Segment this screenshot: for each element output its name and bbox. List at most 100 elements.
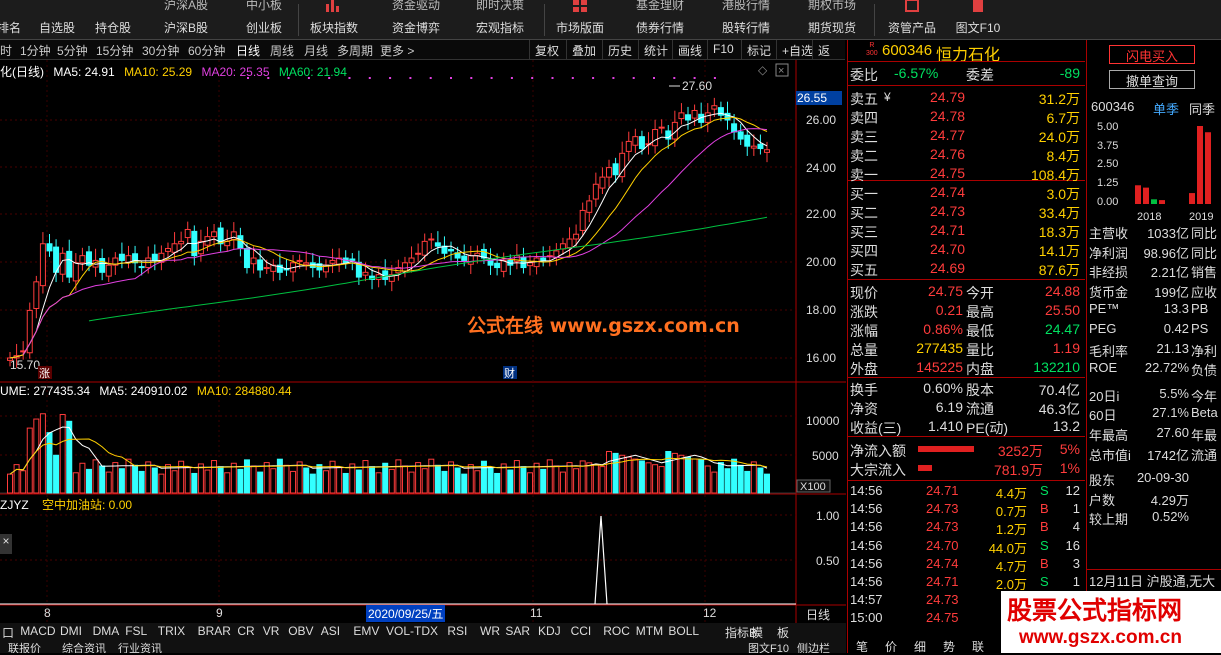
tick-side: S <box>1040 574 1049 589</box>
indicator-tab[interactable]: EMV <box>353 624 379 638</box>
indicator-tab[interactable]: CCI <box>571 624 592 638</box>
tick-count: 1 <box>1072 501 1080 517</box>
indicator-tab[interactable]: MACD <box>20 624 55 638</box>
tool-button[interactable]: 标记 <box>741 40 776 60</box>
tool-button[interactable]: 复权 <box>529 40 564 60</box>
menu-f10[interactable]: 图文F10 <box>950 0 1006 40</box>
menu-ranking[interactable]: 排名 <box>0 0 28 40</box>
candle-body <box>66 250 73 278</box>
indicator-tab-right[interactable]: 模 <box>751 624 763 640</box>
period-tab[interactable]: 15分钟 <box>96 42 133 59</box>
indicator-tab[interactable]: RSI <box>447 624 467 638</box>
candle-body <box>540 257 547 261</box>
link[interactable]: 侧边栏 <box>797 640 830 653</box>
period-more[interactable]: 更多 > <box>380 42 414 59</box>
candle-body <box>652 129 659 147</box>
menu-options[interactable]: 期权市场 期货现货 <box>802 0 862 40</box>
menu-asset-mgmt[interactable]: 资管产品 <box>884 0 940 40</box>
menu-sme[interactable]: 中小板 创业板 <box>240 0 288 40</box>
link[interactable]: 图文F10 <box>748 640 789 653</box>
order-label: 买二 <box>850 205 878 221</box>
panel-tab[interactable]: 联 <box>972 638 984 655</box>
flash-buy-button[interactable]: 闪电买入 <box>1109 45 1195 64</box>
period-tab[interactable]: 30分钟 <box>142 42 179 59</box>
indicator-tab[interactable]: FSL <box>125 624 147 638</box>
indicator-tab[interactable]: ASI <box>321 624 340 638</box>
stat-label: 涨跌 <box>850 304 878 320</box>
period-tab[interactable]: 时 <box>0 42 12 59</box>
tool-button[interactable]: 历史 <box>602 40 637 60</box>
news-text[interactable]: 12月11日 沪股通,无大 <box>1089 571 1215 590</box>
flow-value: 781.9万 <box>993 462 1043 478</box>
indicator-tab[interactable]: BOLL <box>668 624 699 638</box>
panel-tab[interactable]: 细 <box>914 638 926 655</box>
document-icon <box>973 0 983 12</box>
fin-label: 主营收 <box>1089 226 1129 241</box>
indicator-tab[interactable]: ROC <box>603 624 630 638</box>
panel-tab[interactable]: 势 <box>943 638 955 655</box>
kline-chart[interactable]: 26.00 24.00 22.00 20.00 18.00 16.00 1000… <box>0 60 846 623</box>
tab-same-quarter[interactable]: 同季 <box>1189 99 1215 118</box>
indicator-tab[interactable]: KDJ <box>538 624 561 638</box>
tool-button[interactable]: 画线 <box>672 40 707 60</box>
cancel-query-button[interactable]: 撤单查询 <box>1109 70 1195 89</box>
indicator-tab[interactable]: CR <box>237 624 254 638</box>
menu-market-layout[interactable]: 市场版面 <box>552 0 608 40</box>
panel-tab[interactable]: 笔 <box>856 638 868 655</box>
period-tab[interactable]: 月线 <box>304 42 328 59</box>
close-icon[interactable]: × <box>778 65 784 77</box>
indicator-tab[interactable]: OBV <box>288 624 313 638</box>
indicator-tab-right[interactable]: 板 <box>777 624 789 640</box>
indicator-tab[interactable]: DMA <box>93 624 120 638</box>
volume-bar <box>211 460 218 494</box>
indicator-tab[interactable]: BRAR <box>198 624 231 638</box>
low-label: 15.70 <box>10 358 40 372</box>
collapse-icon[interactable]: × <box>0 534 12 554</box>
tool-button[interactable]: 叠加 <box>566 40 601 60</box>
menu-capital[interactable]: 资金驱动 资金博弈 <box>386 0 446 40</box>
volume-bar <box>13 464 20 494</box>
panel-tab[interactable]: 价 <box>885 638 897 655</box>
tool-button[interactable]: 返回 <box>812 40 845 75</box>
axis-period[interactable]: 日线 <box>806 606 830 623</box>
indicator-tab[interactable]: MTM <box>636 624 663 638</box>
diamond-icon[interactable]: ◇ <box>758 63 768 77</box>
menu-decision[interactable]: 即时决策 宏观指标 <box>470 0 530 40</box>
fin-label: ROE <box>1089 360 1118 376</box>
period-tab[interactable]: 60分钟 <box>188 42 225 59</box>
tab-quarter[interactable]: 单季 <box>1153 99 1179 118</box>
indicator-tab[interactable]: WR <box>480 624 500 638</box>
volume-bar <box>678 454 685 494</box>
indicator-tab[interactable]: VOL-TDX <box>386 624 438 638</box>
menu-hk[interactable]: 港股行情 股转行情 <box>716 0 776 40</box>
menu-sector-index[interactable]: 板块指数 <box>306 0 362 40</box>
indicator-tab[interactable]: DMI <box>60 624 82 638</box>
indicator-tab[interactable]: VR <box>263 624 280 638</box>
menu-watchlist[interactable]: 自选股 <box>36 0 78 40</box>
period-tab[interactable]: 1分钟 <box>20 42 51 59</box>
date-tick: 12 <box>703 606 717 620</box>
period-tab[interactable]: 多周期 <box>337 42 373 59</box>
flow-bar <box>918 465 932 471</box>
menu-funds[interactable]: 基金理财 债券行情 <box>630 0 690 40</box>
link[interactable]: 联报价 <box>8 640 41 653</box>
tick-volume: 0.7万 <box>995 504 1027 520</box>
link[interactable]: 行业资讯 <box>118 640 162 653</box>
top-menu-bar: 排名 自选股 持仓股 沪深A股 沪深B股 中小板 创业板 板块指数 资金驱动 资金博弈… <box>0 0 1221 40</box>
period-tab[interactable]: 5分钟 <box>57 42 88 59</box>
menu-sh-sz[interactable]: 沪深A股 沪深B股 <box>160 0 212 40</box>
indicator-tab[interactable]: 口 <box>2 624 14 640</box>
tool-button[interactable]: F10 <box>707 40 739 60</box>
candle-body <box>527 262 534 267</box>
period-tab-selected[interactable]: 日线 <box>236 42 260 59</box>
indicator-tab[interactable]: SAR <box>505 624 530 638</box>
link[interactable]: 综合资讯 <box>62 640 106 653</box>
period-tab[interactable]: 周线 <box>270 42 294 59</box>
order-price: 24.76 <box>930 146 966 162</box>
indicator-tab[interactable]: TRIX <box>158 624 185 638</box>
menu-label: 自选股 <box>38 21 75 35</box>
tool-button[interactable]: 统计 <box>638 40 673 60</box>
volume-bar <box>764 473 770 494</box>
menu-holdings[interactable]: 持仓股 <box>92 0 134 40</box>
stat-label: 内盘 <box>966 361 994 377</box>
